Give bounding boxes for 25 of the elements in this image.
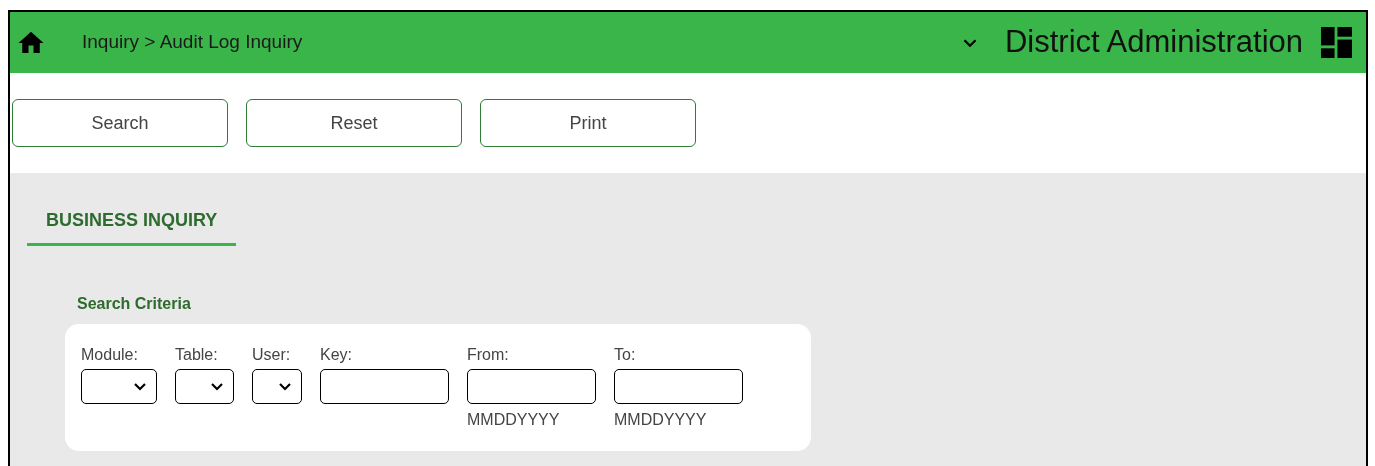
input-field[interactable]: [320, 369, 449, 404]
field-label: Table:: [175, 346, 218, 364]
module-title[interactable]: District Administration: [1004, 19, 1303, 66]
action-button[interactable]: Print: [480, 99, 696, 147]
field-label: From:: [467, 346, 509, 364]
tab[interactable]: BUSINESS INQUIRY: [27, 207, 237, 246]
dropdown[interactable]: [175, 369, 234, 404]
action-button[interactable]: Search: [12, 99, 228, 147]
format-hint: MMDDYYYY: [614, 410, 707, 430]
dropdown[interactable]: [252, 369, 302, 404]
format-hint: MMDDYYYY: [467, 410, 560, 430]
chevron-down-icon: [134, 382, 146, 391]
dropdown[interactable]: [81, 369, 157, 404]
chevron-down-icon: [211, 382, 223, 391]
field-label: To:: [614, 346, 636, 364]
field-label: Module:: [81, 346, 138, 364]
breadcrumb: Inquiry > Audit Log Inquiry: [82, 30, 303, 55]
field-label: Key:: [320, 346, 352, 364]
action-button[interactable]: Reset: [246, 99, 462, 147]
field-label: User:: [252, 346, 291, 364]
chevron-down-icon: [279, 382, 291, 391]
input-field[interactable]: [467, 369, 596, 404]
input-field[interactable]: [614, 369, 743, 404]
section-title: Search Criteria: [77, 294, 191, 314]
dashboard-icon[interactable]: [1321, 27, 1352, 58]
